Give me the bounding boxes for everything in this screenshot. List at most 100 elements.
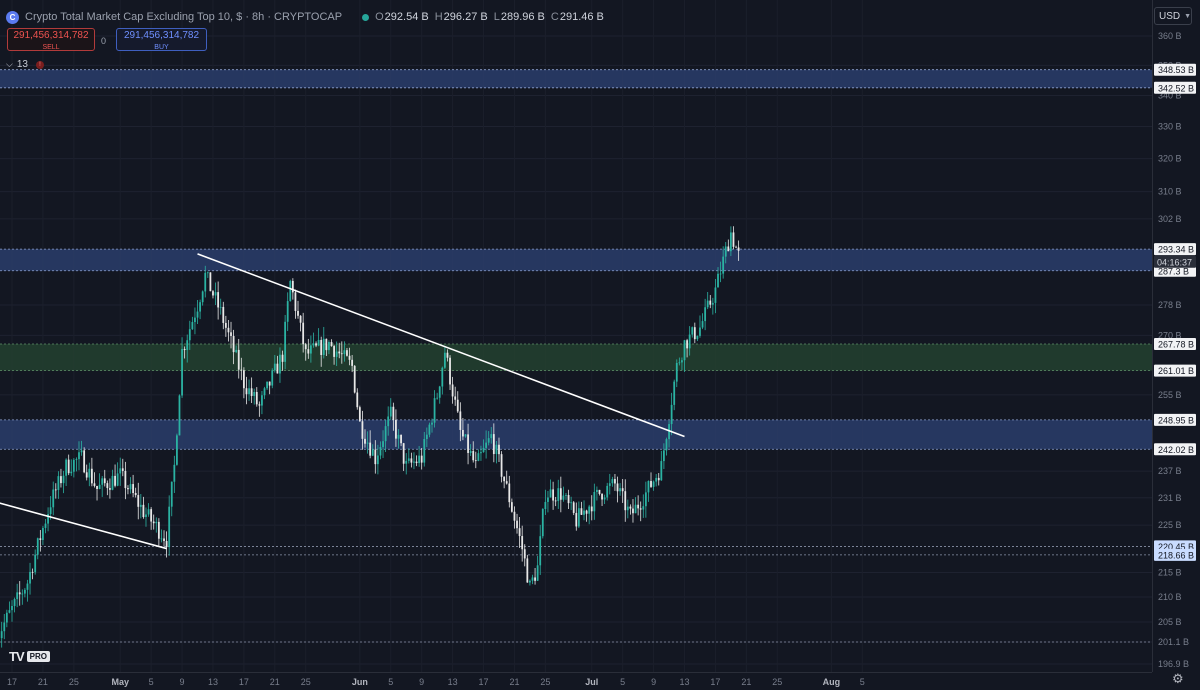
candle-up [438, 386, 441, 398]
candle-up [539, 536, 542, 566]
candle-down [212, 291, 214, 296]
symbol-title[interactable]: Crypto Total Market Cap Excluding Top 10… [25, 11, 342, 23]
candle-down [351, 359, 354, 366]
tv-logo-icon: TV [9, 649, 25, 664]
candle-down [395, 419, 397, 439]
candle-down [232, 335, 235, 353]
candle-up [544, 501, 547, 510]
candle-up [199, 302, 201, 312]
candle-down [410, 458, 413, 463]
price-chart[interactable]: 360 B350 B340 B330 B320 B310 B302 B278 B… [0, 0, 1200, 690]
candle-up [382, 441, 384, 448]
candle-up [706, 300, 709, 308]
candle-up [407, 458, 410, 461]
candle-up [235, 349, 238, 353]
candle-up [160, 538, 163, 540]
candle-up [376, 455, 379, 465]
price-tick-label: 225 B [1158, 520, 1182, 530]
candle-down [121, 468, 124, 471]
candle-up [111, 475, 114, 490]
sell-button[interactable]: 291,456,314,782 SELL [7, 28, 95, 51]
time-tick-label: Jul [585, 677, 598, 687]
candle-up [271, 370, 274, 386]
candle-down [227, 327, 230, 333]
pro-badge: PRO [26, 651, 50, 662]
candle-down [572, 502, 575, 513]
candle-up [665, 439, 668, 451]
candle-down [255, 392, 258, 405]
candle-up [691, 327, 694, 335]
candle-up [678, 362, 681, 364]
time-tick-label: 25 [301, 677, 311, 687]
time-tick-label: 17 [710, 677, 720, 687]
candle-up [335, 351, 338, 357]
price-tick-label: 255 B [1158, 390, 1182, 400]
candle-down [340, 353, 343, 355]
candle-down [250, 388, 253, 396]
indicators-toggle[interactable]: ⌵ 13 ! [6, 58, 44, 71]
candle-up [681, 360, 683, 363]
price-tick-label: 205 B [1158, 617, 1182, 627]
currency-selector[interactable]: USD ▼ [1154, 7, 1192, 25]
candle-up [719, 273, 722, 275]
candle-up [26, 583, 29, 590]
candle-down [134, 492, 137, 496]
candle-up [201, 291, 204, 303]
candle-down [637, 504, 640, 509]
candle-down [106, 483, 109, 489]
candle-up [714, 287, 717, 303]
chevron-down-icon: ⌵ [6, 59, 13, 69]
price-axis[interactable]: 360 B350 B340 B330 B320 B310 B302 B278 B… [1152, 0, 1200, 690]
candle-down [521, 536, 524, 550]
chart-grid [0, 0, 1152, 672]
candle-down [315, 343, 317, 346]
candle-up [42, 527, 44, 540]
candle-down [449, 357, 451, 385]
buy-price: 291,456,314,782 [123, 30, 200, 41]
candle-down [498, 444, 500, 455]
candle-up [577, 508, 580, 527]
candle-up [309, 345, 312, 354]
buy-button[interactable]: 291,456,314,782 BUY [116, 28, 207, 51]
candle-up [413, 461, 415, 463]
candle-up [541, 509, 544, 537]
candle-down [348, 355, 351, 360]
candle-up [495, 444, 498, 455]
candle-up [603, 497, 606, 500]
time-tick-label: Jun [352, 677, 368, 687]
gear-icon[interactable]: ⚙ [1172, 671, 1184, 687]
time-tick-label: 13 [680, 677, 690, 687]
candle-up [389, 406, 392, 417]
candle-up [704, 307, 707, 322]
candle-up [8, 610, 11, 613]
candle-down [124, 470, 127, 489]
candle-down [451, 384, 454, 397]
candle-down [356, 392, 359, 408]
candle-up [480, 452, 482, 454]
time-axis[interactable]: 17 21 25 May 5 9 13 17 21 25 Jun 5 9 13 17 21 25 Jul 5 9 13 1… [0, 672, 1152, 688]
candle-up [194, 317, 196, 323]
candle-up [673, 381, 676, 405]
candle-down [217, 292, 220, 308]
price-tick-label: 196.9 B [1158, 659, 1189, 669]
candle-down [639, 508, 642, 510]
sell-label: SELL [42, 44, 60, 51]
price-tick-label: 237 B [1158, 466, 1182, 476]
candle-up [52, 489, 55, 508]
candle-up [642, 506, 645, 510]
candle-up [78, 452, 80, 460]
candle-up [557, 488, 560, 502]
time-tick-label: 17 [239, 677, 249, 687]
candle-down [400, 434, 402, 444]
candle-down [137, 495, 140, 507]
candle-up [168, 506, 171, 548]
time-tick-label: 5 [388, 677, 393, 687]
candle-up [611, 479, 614, 484]
candle-up [662, 450, 665, 462]
candle-down [472, 450, 475, 461]
candle-up [62, 475, 65, 484]
candle-down [294, 292, 297, 311]
candle-down [364, 438, 366, 444]
candle-up [655, 477, 658, 482]
candle-down [281, 354, 284, 362]
